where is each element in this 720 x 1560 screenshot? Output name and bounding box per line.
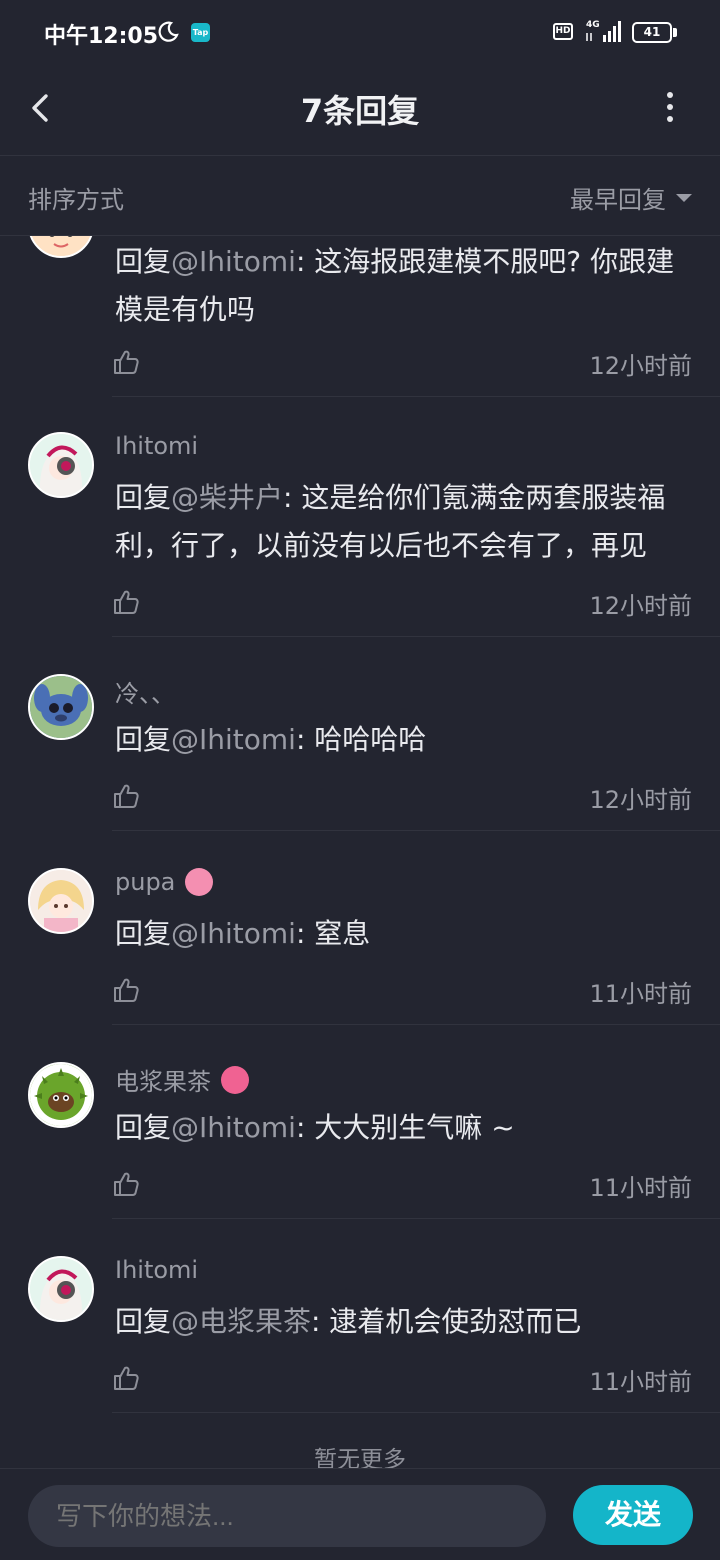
- reply-content: 回复@柴井户: 这是给你们氪满金两套服装福利，行了，以前没有以后也不会有了，再见: [115, 481, 666, 562]
- mention-link[interactable]: @Ihitomi: [171, 1111, 296, 1144]
- divider: [112, 1218, 720, 1219]
- avatar[interactable]: [28, 868, 94, 934]
- anime-girl-headphones-icon: [30, 1258, 92, 1320]
- thumbs-up-icon[interactable]: [112, 1170, 140, 1198]
- divider: [112, 1024, 720, 1025]
- avatar[interactable]: [28, 1256, 94, 1322]
- divider: [112, 396, 720, 397]
- reply-content: 回复@电浆果茶: 逮着机会使劲怼而已: [115, 1305, 582, 1338]
- username[interactable]: pupa: [115, 868, 214, 896]
- divider: [112, 830, 720, 831]
- mention-link[interactable]: @电浆果茶: [171, 1305, 311, 1338]
- username[interactable]: 冷、、: [115, 674, 175, 709]
- anime-girl-headphones-icon: [30, 434, 92, 496]
- cartoon-face-icon: [32, 236, 90, 256]
- reply-list[interactable]: 回复@Ihitomi: 这海报跟建模不服吧? 你跟建模是有仇吗 12小时前 Ih…: [0, 236, 720, 1468]
- thumbs-up-icon[interactable]: [112, 1364, 140, 1392]
- level-badge-icon: [185, 868, 214, 896]
- nav-bar: 7条回复: [0, 66, 720, 156]
- network-type-label: 4G: [586, 20, 600, 30]
- tap-app-icon: Tap: [191, 23, 210, 42]
- sort-dropdown[interactable]: 最早回复: [570, 180, 692, 215]
- sort-bar: 排序方式 最早回复: [0, 156, 720, 236]
- hd-icon: HD: [553, 23, 573, 40]
- reply-time: 12小时前: [589, 786, 692, 814]
- thumbs-up-icon[interactable]: [112, 588, 140, 616]
- reply-time: 11小时前: [589, 1174, 692, 1202]
- moon-icon: [158, 21, 179, 42]
- caret-down-icon: [676, 193, 692, 202]
- username[interactable]: Ihitomi: [115, 432, 198, 460]
- mention-link[interactable]: @Ihitomi: [171, 723, 296, 756]
- username[interactable]: Ihitomi: [115, 1256, 198, 1284]
- anime-girl-pink-icon: [30, 870, 92, 932]
- battery-level: 41: [643, 25, 661, 39]
- reply-time: 11小时前: [589, 1368, 692, 1396]
- reply-time: 12小时前: [589, 592, 692, 620]
- durian-character-icon: [30, 1064, 92, 1126]
- more-options-icon[interactable]: [662, 90, 678, 124]
- comment-composer: 发送: [0, 1468, 720, 1560]
- thumbs-up-icon[interactable]: [112, 348, 140, 376]
- divider: [112, 636, 720, 637]
- thumbs-up-icon[interactable]: [112, 976, 140, 1004]
- username[interactable]: 电浆果茶: [115, 1062, 249, 1097]
- avatar[interactable]: [28, 674, 94, 740]
- mention-link[interactable]: @柴井户: [171, 481, 283, 514]
- battery-tip: [673, 28, 677, 37]
- reply-content: 回复@Ihitomi: 这海报跟建模不服吧? 你跟建模是有仇吗: [115, 245, 675, 326]
- sort-selected: 最早回复: [570, 186, 666, 214]
- reply-content: 回复@Ihitomi: 哈哈哈哈: [115, 723, 427, 756]
- thumbs-up-icon[interactable]: [112, 782, 140, 810]
- sort-label: 排序方式: [28, 186, 124, 214]
- mention-link[interactable]: @Ihitomi: [171, 245, 296, 278]
- battery-icon: 41: [632, 22, 672, 43]
- divider: [112, 1412, 720, 1413]
- avatar[interactable]: [28, 1062, 94, 1128]
- stitch-character-icon: [30, 676, 92, 738]
- status-bar: 中午12:05 Tap HD 4G 41: [0, 0, 720, 66]
- reply-time: 12小时前: [589, 352, 692, 380]
- reply-content: 回复@Ihitomi: 窒息: [115, 917, 371, 950]
- send-button[interactable]: 发送: [573, 1485, 693, 1545]
- page-title: 7条回复: [300, 92, 420, 130]
- level-badge-icon: [221, 1065, 249, 1094]
- avatar[interactable]: [28, 236, 94, 258]
- reply-time: 11小时前: [589, 980, 692, 1008]
- mention-link[interactable]: @Ihitomi: [171, 917, 296, 950]
- avatar[interactable]: [28, 432, 94, 498]
- signal-icon: 4G: [586, 20, 621, 42]
- comment-input[interactable]: [28, 1485, 546, 1547]
- reply-content: 回复@Ihitomi: 大大别生气嘛 ~: [115, 1111, 515, 1144]
